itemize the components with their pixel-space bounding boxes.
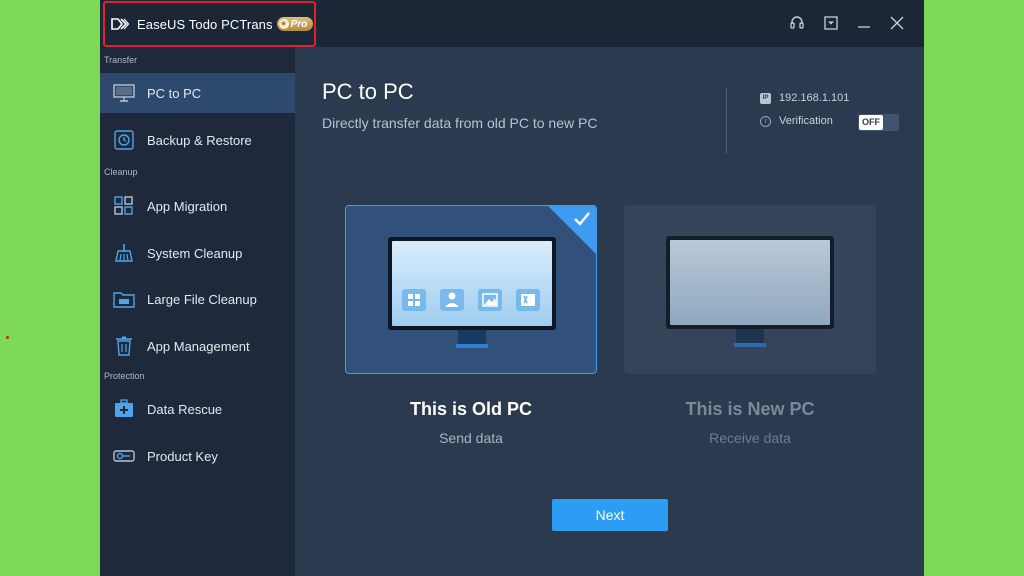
- section-label-transfer: Transfer: [104, 55, 138, 65]
- sidebar-item-label: Large File Cleanup: [147, 291, 257, 307]
- app-logo-icon: [111, 18, 129, 30]
- broom-icon: [113, 243, 135, 263]
- next-button[interactable]: Next: [552, 499, 668, 531]
- sidebar-item-pc-to-pc[interactable]: PC to PC: [100, 73, 295, 113]
- minimize-icon: [858, 26, 870, 28]
- monitor-illustration-old: [388, 237, 556, 348]
- medkit-icon: [113, 399, 135, 419]
- verification-label: Verification: [779, 115, 833, 127]
- close-button[interactable]: [886, 12, 908, 34]
- sidebar-item-label: Product Key: [147, 448, 218, 464]
- page-subtitle: Directly transfer data from old PC to ne…: [322, 115, 598, 131]
- old-pc-subtitle: Send data: [439, 430, 503, 446]
- sidebar-item-label: App Management: [147, 338, 250, 354]
- verification-toggle[interactable]: OFF: [858, 114, 899, 131]
- new-pc-subtitle: Receive data: [709, 430, 791, 446]
- menu-button[interactable]: [820, 12, 842, 34]
- close-icon: [890, 16, 904, 30]
- section-label-cleanup: Cleanup: [104, 167, 138, 177]
- monitor-illustration-new: [666, 236, 834, 347]
- star-icon: ★: [278, 19, 289, 29]
- sidebar-item-large-file-cleanup[interactable]: Large File Cleanup: [100, 279, 295, 319]
- ip-address-row: IP 192.168.1.101: [760, 92, 849, 104]
- sidebar: Transfer PC to PC Backup & Restore Clean…: [100, 47, 295, 576]
- sidebar-item-system-cleanup[interactable]: System Cleanup: [100, 233, 295, 273]
- sidebar-item-label: Data Rescue: [147, 401, 223, 417]
- support-button[interactable]: [786, 12, 808, 34]
- stray-red-dot: [6, 336, 9, 339]
- sidebar-item-product-key[interactable]: Product Key: [100, 436, 295, 476]
- ip-address: 192.168.1.101: [779, 92, 850, 104]
- old-pc-title: This is Old PC: [409, 399, 533, 419]
- info-icon: i: [760, 115, 771, 127]
- sidebar-item-app-management[interactable]: App Management: [100, 326, 295, 366]
- brand-highlight: EaseUS Todo PCTrans ★ Pro: [103, 1, 316, 47]
- old-pc-card[interactable]: [345, 205, 597, 374]
- sidebar-item-label: App Migration: [147, 198, 228, 214]
- minimize-button[interactable]: [853, 12, 875, 34]
- dropdown-box-icon: [824, 16, 838, 30]
- monitor-icon: [113, 83, 135, 103]
- main-panel: PC to PC Directly transfer data from old…: [295, 47, 924, 576]
- sidebar-item-label: PC to PC: [147, 85, 202, 101]
- pro-badge-label: Pro: [290, 18, 308, 30]
- new-pc-card[interactable]: [624, 205, 876, 374]
- app-grid-icon: [113, 196, 135, 216]
- page-title: PC to PC: [322, 79, 414, 104]
- ip-icon: IP: [760, 92, 771, 104]
- sidebar-item-label: System Cleanup: [147, 245, 243, 261]
- sidebar-item-label: Backup & Restore: [147, 132, 252, 148]
- header-divider: [726, 87, 727, 154]
- verification-row: i Verification: [760, 115, 833, 127]
- headset-icon: [790, 16, 804, 29]
- toggle-state-label: OFF: [859, 115, 883, 130]
- sidebar-item-backup-restore[interactable]: Backup & Restore: [100, 120, 295, 160]
- sidebar-item-data-rescue[interactable]: Data Rescue: [100, 389, 295, 429]
- folder-gb-icon: [113, 289, 135, 309]
- sidebar-item-app-migration[interactable]: App Migration: [100, 186, 295, 226]
- section-label-protection: Protection: [104, 371, 145, 381]
- checkmark-icon: [574, 212, 590, 226]
- new-pc-title: This is New PC: [685, 399, 815, 419]
- backup-icon: [113, 130, 135, 150]
- app-window: EaseUS Todo PCTrans ★ Pro Transfer PC to…: [100, 0, 924, 576]
- title-bar: EaseUS Todo PCTrans ★ Pro: [100, 0, 924, 47]
- pro-badge: ★ Pro: [276, 17, 314, 31]
- trash-icon: [113, 336, 135, 356]
- app-name: EaseUS Todo PCTrans: [137, 16, 273, 32]
- key-icon: [113, 446, 135, 466]
